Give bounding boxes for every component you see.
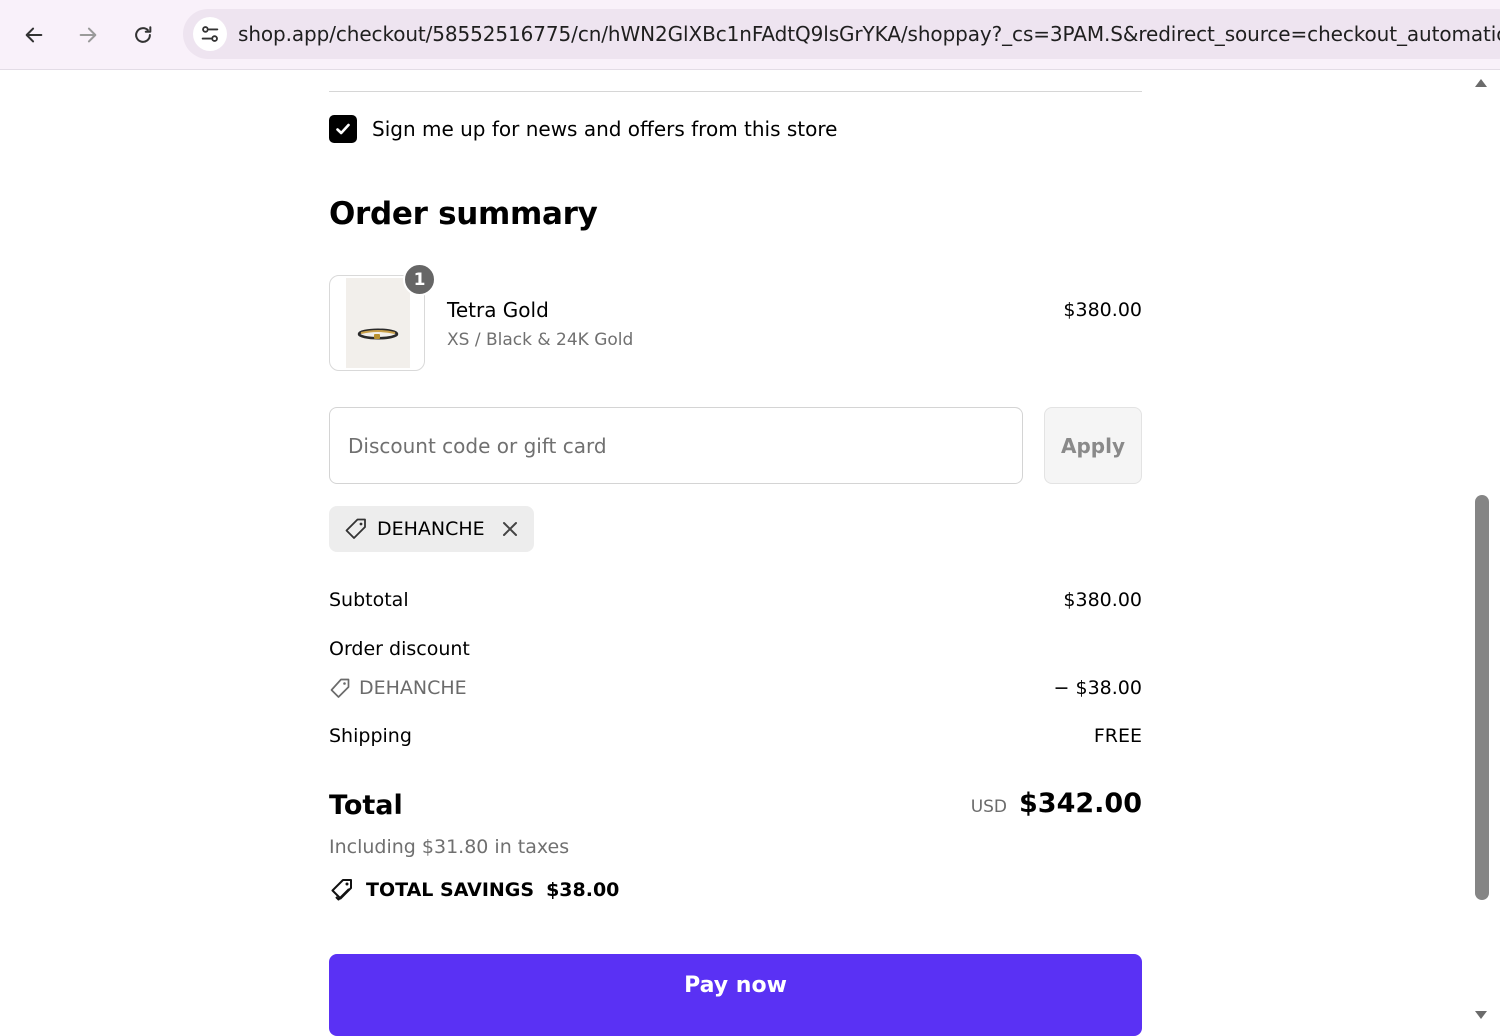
- product-price: $380.00: [1063, 299, 1142, 321]
- discount-code-input[interactable]: [329, 407, 1023, 484]
- order-discount-code-text: DEHANCHE: [359, 677, 467, 699]
- pay-now-button[interactable]: Pay now: [329, 954, 1142, 1036]
- address-bar[interactable]: shop.app/checkout/58552516775/cn/hWN2GlX…: [183, 9, 1500, 59]
- quantity-badge: 1: [403, 263, 436, 296]
- close-icon: [502, 522, 517, 536]
- newsletter-checkbox[interactable]: [329, 115, 357, 143]
- taxes-note: Including $31.80 in taxes: [329, 836, 570, 858]
- total-amount: $342.00: [1019, 788, 1142, 819]
- scrollbar-thumb[interactable]: [1475, 495, 1489, 900]
- scroll-up-arrow-icon[interactable]: [1473, 76, 1489, 90]
- product-image: [346, 278, 410, 368]
- arrow-left-icon: [25, 27, 43, 43]
- tag-icon: [343, 516, 369, 542]
- subtotal-value: $380.00: [1063, 589, 1142, 611]
- product-name: Tetra Gold: [447, 298, 549, 322]
- order-discount-value: − $38.00: [1053, 677, 1142, 699]
- url-text: shop.app/checkout/58552516775/cn/hWN2GlX…: [238, 22, 1500, 46]
- site-info-button[interactable]: [193, 17, 227, 51]
- back-button[interactable]: [16, 17, 52, 53]
- browser-toolbar: shop.app/checkout/58552516775/cn/hWN2GlX…: [0, 0, 1500, 70]
- order-discount-code: DEHANCHE: [329, 677, 467, 699]
- divider: [329, 91, 1142, 92]
- scroll-down-arrow-icon[interactable]: [1473, 1008, 1489, 1022]
- tag-icon: [330, 678, 350, 698]
- order-summary-title: Order summary: [329, 196, 598, 232]
- shipping-label: Shipping: [329, 725, 412, 747]
- total-savings-label: TOTAL SAVINGS: [366, 878, 535, 901]
- remove-discount-button[interactable]: [499, 518, 521, 540]
- checkmark-icon: [336, 123, 350, 135]
- currency-code: USD: [970, 797, 1008, 817]
- product-variant: XS / Black & 24K Gold: [447, 330, 634, 350]
- subtotal-label: Subtotal: [329, 589, 409, 611]
- order-discount-label: Order discount: [329, 638, 470, 660]
- newsletter-option[interactable]: Sign me up for news and offers from this…: [329, 115, 837, 143]
- total-value: USD $342.00: [971, 788, 1142, 819]
- apply-discount-button[interactable]: Apply: [1044, 407, 1142, 484]
- reload-icon: [135, 26, 152, 43]
- shipping-value: FREE: [1093, 725, 1142, 747]
- total-savings: TOTAL SAVINGS $38.00: [329, 876, 619, 903]
- tune-icon: [201, 26, 219, 42]
- total-savings-amount: $38.00: [546, 878, 620, 901]
- newsletter-label[interactable]: Sign me up for news and offers from this…: [372, 117, 837, 141]
- forward-button[interactable]: [70, 17, 106, 53]
- reload-button[interactable]: [125, 17, 161, 53]
- bracelet-image-icon: [357, 328, 399, 340]
- applied-discount-chip: DEHANCHE: [329, 506, 534, 552]
- applied-discount-code: DEHANCHE: [377, 518, 485, 540]
- arrow-right-icon: [79, 27, 97, 43]
- total-label: Total: [329, 790, 403, 821]
- tags-icon: [331, 879, 352, 901]
